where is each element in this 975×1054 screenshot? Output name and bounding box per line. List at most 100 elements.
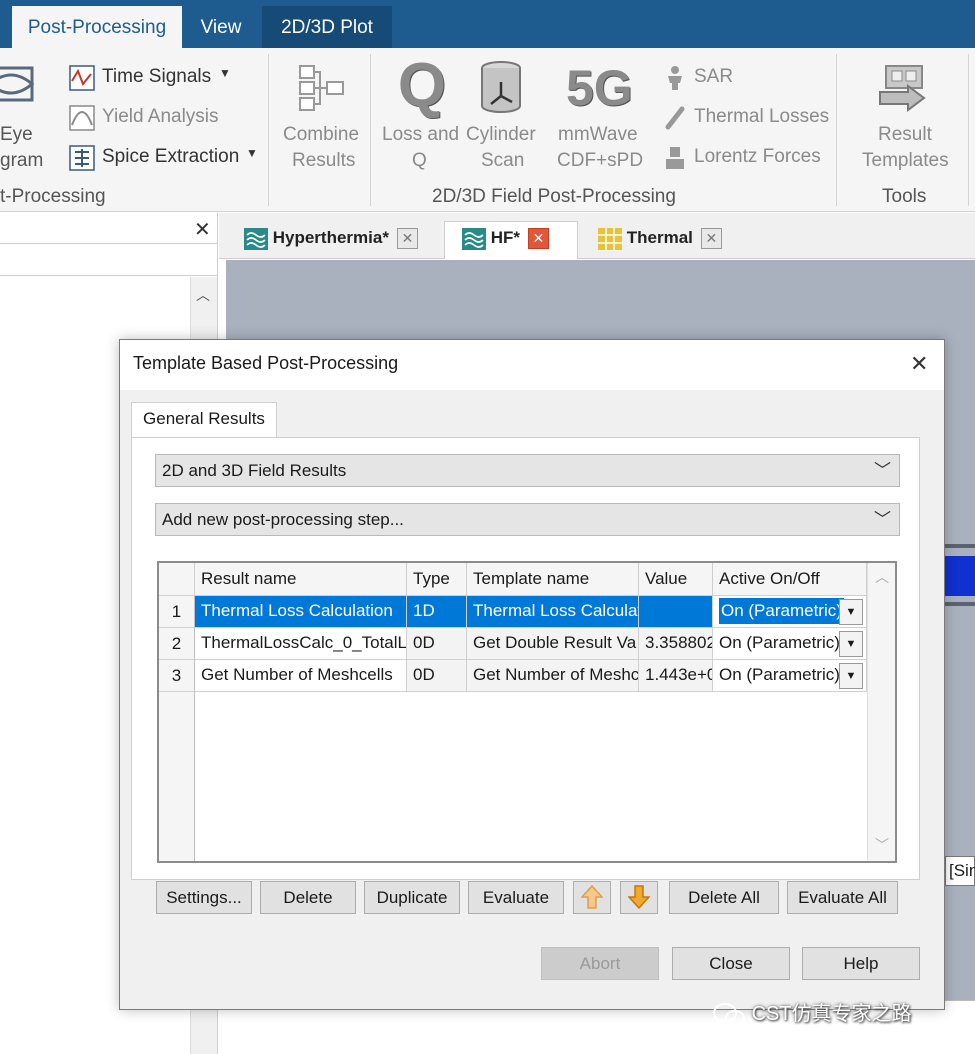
tab-hyperthermia[interactable]: Hyperthermia* ✕ <box>244 219 418 257</box>
header-result-name[interactable]: Result name <box>195 563 407 596</box>
cell-value[interactable] <box>639 596 713 628</box>
wave-icon <box>244 227 268 250</box>
ribbon-separator <box>968 54 969 206</box>
group-label-field-post-processing: 2D/3D Field Post-Processing <box>432 186 676 207</box>
spice-extraction-button[interactable]: Spice Extraction <box>102 146 239 168</box>
result-category-select[interactable]: 2D and 3D Field Results ﹀ <box>155 454 900 487</box>
add-step-select[interactable]: Add new post-processing step... ﹀ <box>155 503 900 536</box>
scroll-up-icon[interactable]: ︿ <box>875 567 889 587</box>
row-header-column <box>159 692 195 861</box>
cell-template-name[interactable]: Thermal Loss Calculat <box>467 596 639 628</box>
table-scrollbar[interactable]: ︿ ﹀ <box>867 563 895 861</box>
cell-value[interactable]: 1.443e+0 <box>639 660 713 692</box>
close-icon[interactable]: ✕ <box>910 351 928 377</box>
loss-q-icon: Q <box>397 51 447 120</box>
help-button[interactable]: Help <box>802 947 920 980</box>
viewport-line <box>945 544 975 548</box>
tab-general-results[interactable]: General Results <box>131 402 277 438</box>
active-select-value: On (Parametric) <box>719 598 844 624</box>
loss-and-q-label-2[interactable]: Q <box>412 150 427 172</box>
arrow-down-icon <box>627 885 651 910</box>
eye-diagram-icon <box>0 66 35 102</box>
status-partial-text: [Sin <box>945 856 975 886</box>
close-icon[interactable]: ✕ <box>194 217 211 242</box>
close-button[interactable]: Close <box>672 947 790 980</box>
tab-post-processing[interactable]: Post-Processing <box>12 6 182 48</box>
evaluate-all-button[interactable]: Evaluate All <box>787 881 898 914</box>
scroll-up-icon[interactable]: ︿ <box>196 285 210 305</box>
cell-type[interactable]: 0D <box>407 628 467 660</box>
row-number[interactable]: 3 <box>159 660 195 692</box>
dropdown-arrow-icon[interactable]: ▼ <box>839 631 863 657</box>
mmwave-label-1[interactable]: mmWave <box>558 124 638 146</box>
viewport-line <box>945 602 975 606</box>
tab-hf[interactable]: HF* ✕ <box>462 219 550 257</box>
dropdown-arrow-icon[interactable]: ▼ <box>839 663 863 689</box>
duplicate-button[interactable]: Duplicate <box>364 881 460 914</box>
lorentz-forces-icon <box>666 147 684 169</box>
group-label-tools: Tools <box>882 186 927 207</box>
eye-diagram-label-1[interactable]: Eye <box>0 124 33 146</box>
cell-value[interactable]: 3.358802 <box>639 628 713 660</box>
row-number[interactable]: 2 <box>159 628 195 660</box>
result-templates-label-1[interactable]: Result <box>878 124 932 146</box>
abort-button[interactable]: Abort <box>541 947 659 980</box>
row-number[interactable]: 1 <box>159 596 195 628</box>
header-active[interactable]: Active On/Off <box>713 563 867 596</box>
chevron-down-icon[interactable]: ▼ <box>219 66 231 80</box>
header-value[interactable]: Value <box>639 563 713 596</box>
move-down-button[interactable] <box>620 881 658 914</box>
wechat-icon <box>713 1002 745 1026</box>
close-icon[interactable]: ✕ <box>700 228 722 250</box>
time-signals-button[interactable]: Time Signals <box>102 66 211 88</box>
chevron-down-icon[interactable]: ﹀ <box>874 455 891 486</box>
cell-result-name[interactable]: Get Number of Meshcells <box>195 660 407 692</box>
ribbon-separator <box>836 54 837 206</box>
cell-type[interactable]: 1D <box>407 596 467 628</box>
arrow-up-icon <box>580 884 604 909</box>
combine-results-label-1[interactable]: Combine <box>283 124 359 146</box>
result-templates-icon <box>879 65 926 112</box>
tab-label: Thermal <box>626 228 693 247</box>
group-label-post-processing: t-Processing <box>0 186 106 207</box>
cylinder-scan-label-2[interactable]: Scan <box>481 150 524 172</box>
thermal-losses-button[interactable]: Thermal Losses <box>694 106 829 128</box>
cell-template-name[interactable]: Get Double Result Va <box>467 628 639 660</box>
spice-extraction-icon <box>69 145 95 171</box>
dropdown-arrow-icon[interactable]: ▼ <box>839 599 863 625</box>
result-templates-label-2[interactable]: Templates <box>862 150 949 172</box>
tab-thermal[interactable]: Thermal ✕ <box>598 219 722 257</box>
header-template-name[interactable]: Template name <box>467 563 639 596</box>
cylinder-scan-label-1[interactable]: Cylinder <box>466 124 536 146</box>
tab-view[interactable]: View <box>186 6 256 48</box>
evaluate-button[interactable]: Evaluate <box>468 881 564 914</box>
delete-all-button[interactable]: Delete All <box>669 881 779 914</box>
header-type[interactable]: Type <box>407 563 467 596</box>
close-icon[interactable]: ✕ <box>528 228 550 250</box>
cylinder-scan-icon <box>481 61 521 113</box>
cell-template-name[interactable]: Get Number of Meshc <box>467 660 639 692</box>
yield-analysis-button[interactable]: Yield Analysis <box>102 106 219 128</box>
panel-divider <box>0 275 217 276</box>
tab-label: Hyperthermia* <box>272 228 389 247</box>
loss-and-q-label-1[interactable]: Loss and <box>382 124 459 146</box>
field-plot-band <box>945 556 975 596</box>
cell-result-name[interactable]: Thermal Loss Calculation <box>195 596 407 628</box>
lorentz-forces-button[interactable]: Lorentz Forces <box>694 146 821 168</box>
close-icon[interactable]: ✕ <box>396 228 418 250</box>
tab-2d3d-plot[interactable]: 2D/3D Plot <box>262 6 392 48</box>
chevron-down-icon[interactable]: ﹀ <box>874 504 891 535</box>
thermal-grid-icon <box>598 227 622 250</box>
mmwave-label-2[interactable]: CDF+sPD <box>557 150 643 172</box>
chevron-down-icon[interactable]: ▼ <box>246 146 258 160</box>
cell-type[interactable]: 0D <box>407 660 467 692</box>
eye-diagram-label-2[interactable]: gram <box>0 150 43 172</box>
scroll-down-icon[interactable]: ﹀ <box>875 835 889 855</box>
cell-result-name[interactable]: ThermalLossCalc_0_TotalL <box>195 628 407 660</box>
combine-results-label-2[interactable]: Results <box>292 150 355 172</box>
move-up-button[interactable] <box>573 881 611 914</box>
settings-button[interactable]: Settings... <box>156 881 252 914</box>
delete-button[interactable]: Delete <box>260 881 356 914</box>
sar-button[interactable]: SAR <box>694 66 733 88</box>
post-processing-steps-table: Result name Type Template name Value Act… <box>157 561 897 863</box>
